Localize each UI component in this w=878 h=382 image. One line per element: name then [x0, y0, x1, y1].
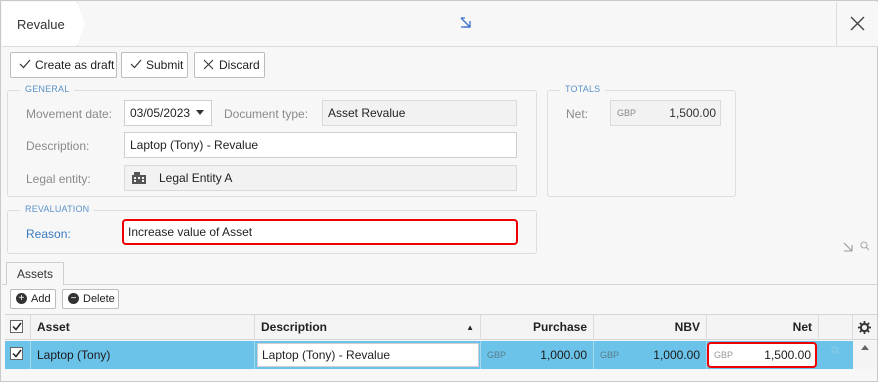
gear-icon	[858, 321, 871, 334]
description-cell[interactable]: Laptop (Tony) - Revalue	[255, 341, 481, 369]
scroll-up-icon[interactable]	[861, 345, 869, 350]
title-arrow	[77, 2, 85, 46]
reason-field[interactable]: Increase value of Asset	[122, 219, 518, 245]
row-checkbox[interactable]	[10, 347, 23, 360]
building-icon	[132, 172, 146, 184]
create-as-draft-button[interactable]: Create as draft	[10, 52, 117, 78]
column-header-purchase[interactable]: Purchase	[481, 315, 594, 340]
net-value: 1,500.00	[764, 348, 811, 362]
nbv-cell[interactable]: GBP 1,000.00	[594, 341, 707, 369]
select-all-checkbox[interactable]	[10, 320, 23, 333]
net-cell[interactable]: GBP 1,500.00	[707, 341, 819, 369]
asset-cell[interactable]: Laptop (Tony)	[31, 341, 255, 369]
plus-icon: +	[16, 293, 27, 304]
assets-grid: Asset Description ▲ Purchase NBV Net Lap…	[5, 314, 877, 369]
submit-label: Submit	[146, 58, 184, 72]
document-type-value: Asset Revalue	[328, 106, 406, 120]
collapse-icon[interactable]	[843, 241, 853, 255]
column-header-spacer	[819, 315, 853, 340]
sort-ascending-icon: ▲	[466, 323, 474, 332]
search-icon[interactable]	[831, 346, 840, 355]
nbv-value: 1,000.00	[653, 348, 700, 362]
add-label: Add	[31, 293, 51, 305]
title-bar: Revalue	[2, 2, 878, 47]
create-as-draft-label: Create as draft	[35, 58, 115, 72]
column-header-nbv[interactable]: NBV	[594, 315, 707, 340]
row-action-cell[interactable]	[819, 341, 853, 369]
window-title-tab: Revalue	[2, 2, 85, 46]
revaluation-legend: REVALUATION	[20, 204, 95, 214]
select-all-cell	[5, 315, 31, 340]
legal-entity-label: Legal entity:	[26, 172, 91, 186]
net-total-field: GBP 1,500.00	[610, 100, 721, 126]
net-total-currency: GBP	[617, 108, 637, 118]
movement-date-field[interactable]: 03/05/2023	[124, 100, 212, 126]
net-total-label: Net:	[566, 107, 589, 121]
close-button[interactable]	[836, 2, 878, 46]
legal-entity-value: Legal Entity A	[159, 171, 233, 185]
table-row[interactable]: Laptop (Tony) Laptop (Tony) - Revalue GB…	[5, 341, 877, 369]
net-currency: GBP	[714, 350, 734, 360]
tabs-divider	[2, 284, 878, 285]
minus-icon: −	[68, 293, 79, 304]
delete-button[interactable]: − Delete	[62, 289, 119, 309]
movement-date-label: Movement date:	[26, 107, 113, 121]
close-icon	[203, 59, 214, 70]
chevron-down-icon[interactable]	[196, 110, 204, 115]
dialog-window: Revalue Create as draft Submit Discard G…	[0, 0, 878, 382]
net-cell-input[interactable]: GBP 1,500.00	[707, 342, 817, 368]
close-icon	[850, 16, 865, 31]
net-total-value: 1,500.00	[669, 106, 716, 120]
column-header-description-label: Description	[261, 320, 328, 334]
add-button[interactable]: + Add	[10, 289, 56, 309]
description-value: Laptop (Tony) - Revalue	[130, 138, 259, 152]
purchase-currency: GBP	[487, 350, 507, 360]
discard-button[interactable]: Discard	[194, 52, 265, 78]
purchase-value: 1,000.00	[540, 348, 587, 362]
tab-assets-label: Assets	[16, 267, 53, 281]
movement-date-value: 03/05/2023	[130, 106, 191, 120]
scrollbar[interactable]	[853, 341, 877, 369]
purchase-cell[interactable]: GBP 1,000.00	[481, 341, 594, 369]
check-icon	[130, 59, 142, 69]
row-select-cell	[5, 341, 31, 369]
discard-label: Discard	[219, 58, 260, 72]
reason-value: Increase value of Asset	[128, 225, 253, 239]
column-header-asset[interactable]: Asset	[31, 315, 255, 340]
description-label: Description:	[26, 139, 90, 153]
submit-button[interactable]: Submit	[121, 52, 188, 78]
search-icon[interactable]	[860, 240, 870, 254]
collapse-icon[interactable]	[460, 17, 472, 29]
check-icon	[19, 59, 31, 69]
totals-legend: TOTALS	[560, 84, 606, 94]
description-field[interactable]: Laptop (Tony) - Revalue	[124, 132, 517, 158]
document-type-field: Asset Revalue	[322, 100, 517, 126]
grid-settings-button[interactable]	[853, 315, 877, 340]
description-cell-input[interactable]: Laptop (Tony) - Revalue	[257, 343, 479, 367]
document-type-label: Document type:	[224, 107, 309, 121]
nbv-currency: GBP	[600, 350, 620, 360]
tab-assets[interactable]: Assets	[6, 262, 64, 285]
grid-header-row: Asset Description ▲ Purchase NBV Net	[5, 314, 877, 340]
delete-label: Delete	[83, 293, 115, 305]
legal-entity-field: Legal Entity A	[124, 165, 517, 191]
window-title: Revalue	[17, 17, 65, 32]
reason-label: Reason:	[26, 227, 71, 241]
general-legend: GENERAL	[20, 84, 75, 94]
column-header-description[interactable]: Description ▲	[255, 315, 481, 340]
column-header-net[interactable]: Net	[707, 315, 819, 340]
